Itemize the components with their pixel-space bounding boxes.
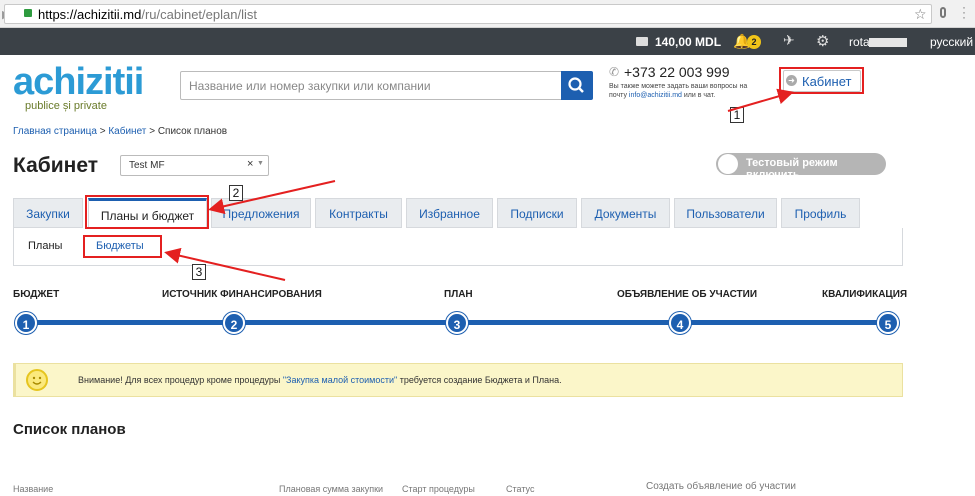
notice-link[interactable]: "Закупка малой стоимости" (283, 375, 397, 385)
step-label-5: КВАЛИФИКАЦИЯ (822, 289, 908, 300)
step-1[interactable]: 1 (15, 312, 37, 334)
list-title: Список планов (13, 421, 126, 438)
step-4[interactable]: 4 (669, 312, 691, 334)
step-label-4: ОБЪЯВЛЕНИЕ ОБ УЧАСТИИ (617, 289, 758, 300)
notice-text-2: требуется создание Бюджета и Плана. (399, 375, 562, 385)
arrow-1 (727, 88, 794, 112)
notice-text: Внимание! Для всех процедур кроме процед… (78, 375, 281, 385)
step-label-1: БЮДЖЕТ (13, 289, 60, 300)
step-label-3: ПЛАН (444, 289, 473, 300)
smiley-icon (26, 369, 48, 391)
column-create-announcement: Создать объявление об участии (646, 481, 796, 492)
column-status: Статус (506, 484, 535, 494)
column-start: Старт процедуры (402, 484, 475, 494)
step-2[interactable]: 2 (223, 312, 245, 334)
step-label-2: ИСТОЧНИК ФИНАНСИРОВАНИЯ (162, 289, 322, 300)
step-3[interactable]: 3 (446, 312, 468, 334)
column-name: Название (13, 484, 54, 494)
arrow-2 (208, 180, 336, 215)
column-planned-amount: Плановая сумма закупки (279, 484, 384, 494)
annotation-arrows (164, 88, 794, 281)
arrow-3 (164, 247, 286, 281)
notice-banner: Внимание! Для всех процедур кроме процед… (13, 363, 903, 397)
step-5[interactable]: 5 (877, 312, 899, 334)
